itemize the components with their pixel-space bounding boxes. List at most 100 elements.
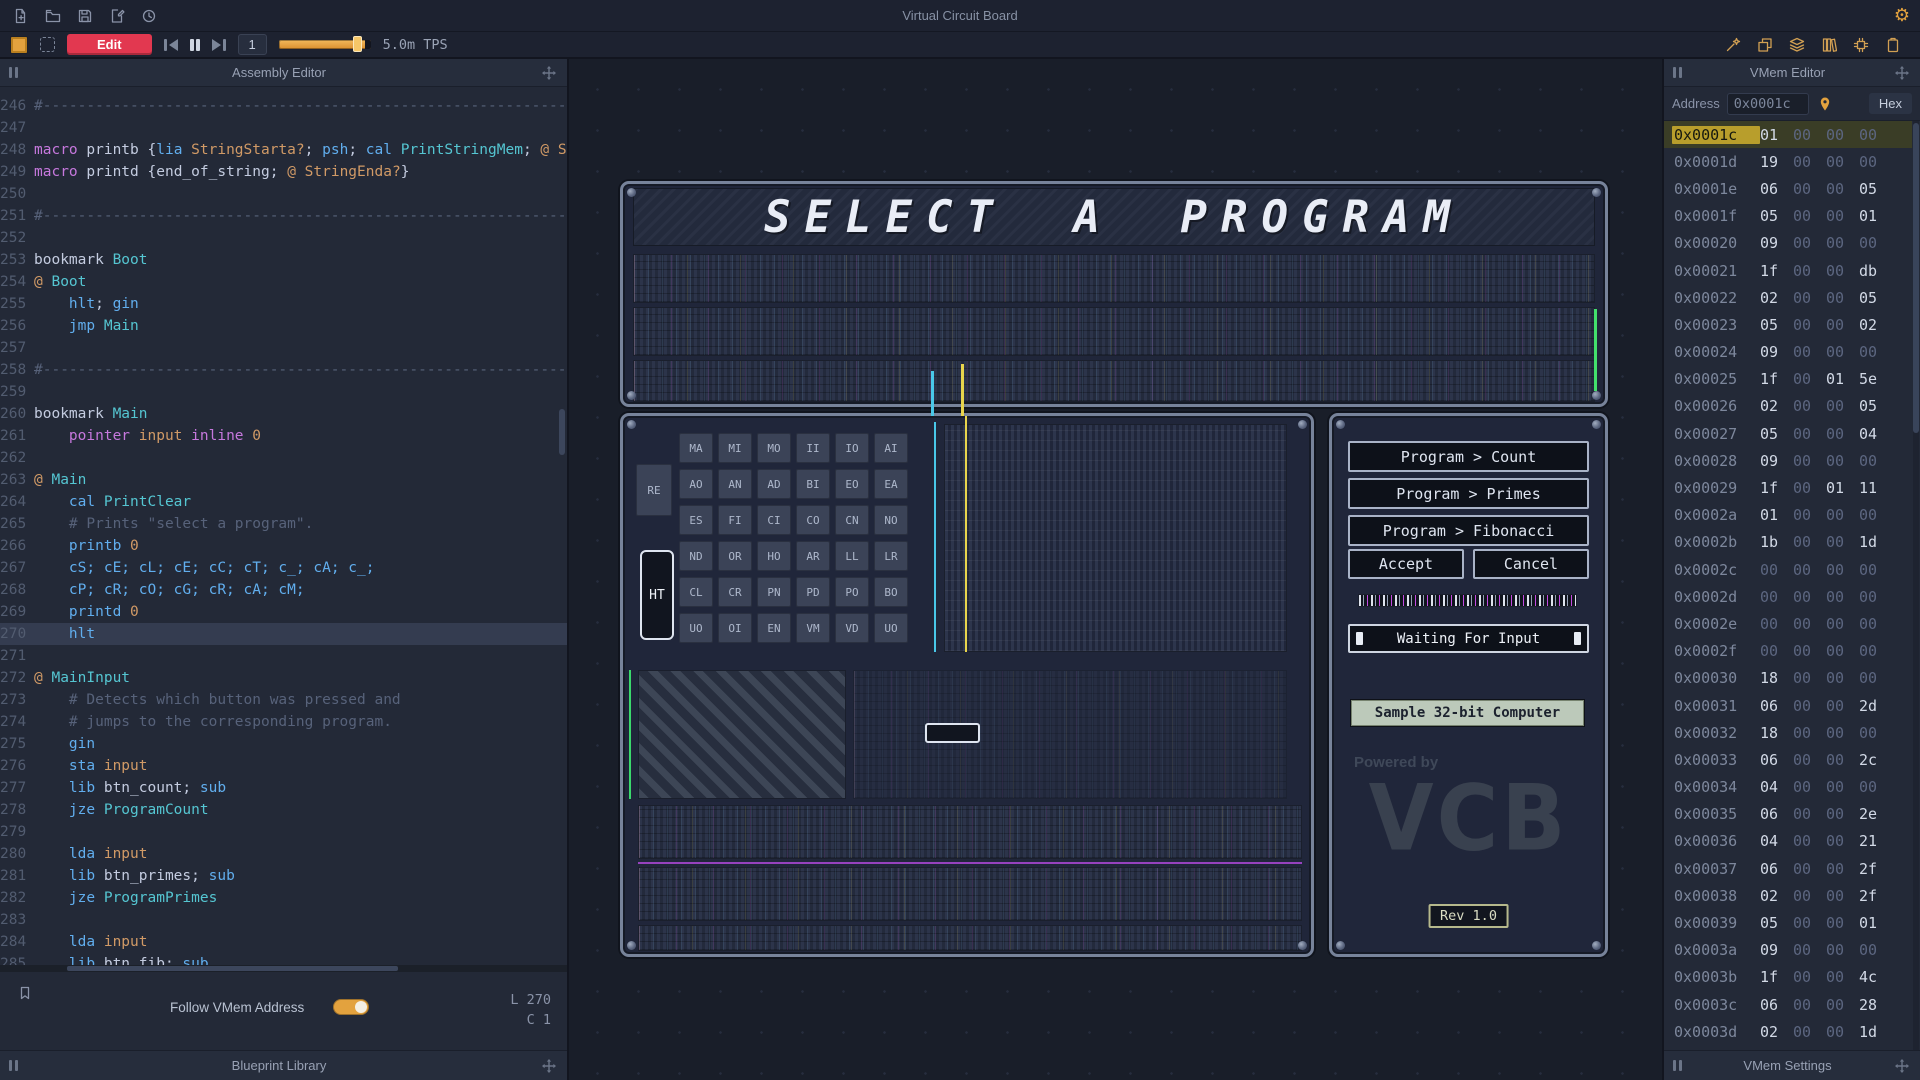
program-button[interactable]: Program > Primes [1348,478,1589,509]
layers-icon[interactable] [1788,36,1806,54]
clipboard-icon[interactable] [1884,36,1902,54]
signal-label: CI [757,505,791,535]
vmem-row[interactable]: 0x0002809000000 [1664,447,1912,474]
vmem-address: 0x00037 [1672,860,1760,878]
selection-tool-icon[interactable] [40,37,55,52]
vmem-row[interactable]: 0x000291f000111 [1664,474,1912,501]
line-number: 260 [0,403,34,425]
move-panel-icon[interactable] [540,1057,558,1075]
new-file-icon[interactable] [12,7,30,25]
trace [629,670,631,799]
vmem-byte: 00 [1793,860,1826,878]
bookmark-icon[interactable] [16,984,34,1002]
vmem-row[interactable]: 0x0003d0200001d [1664,1018,1912,1045]
step-back-button[interactable] [164,39,178,51]
vmem-row[interactable]: 0x0003404000000 [1664,774,1912,801]
history-icon[interactable] [140,7,158,25]
vmem-row[interactable]: 0x000370600002f [1664,855,1912,882]
vmem-row[interactable]: 0x0002d00000000 [1664,583,1912,610]
vmem-row[interactable]: 0x0001c01000000 [1664,121,1912,148]
vmem-row[interactable]: 0x000330600002c [1664,746,1912,773]
line-number: 274 [0,711,34,733]
open-icon[interactable] [44,7,62,25]
wand-icon[interactable] [1724,36,1742,54]
vmem-row[interactable]: 0x0003218000000 [1664,719,1912,746]
library-icon[interactable] [1820,36,1838,54]
vmem-row[interactable]: 0x0002202000005 [1664,284,1912,311]
edit-file-icon[interactable] [108,7,126,25]
signal-label: EO [835,469,869,499]
stamp-icon[interactable] [1756,36,1774,54]
address-input[interactable] [1727,93,1809,115]
vmem-row[interactable]: 0x000211f0000db [1664,257,1912,284]
vmem-row[interactable]: 0x0002009000000 [1664,230,1912,257]
vmem-row[interactable]: 0x0002f00000000 [1664,638,1912,665]
circuit-canvas[interactable]: SELECT A PROGRAM RE MAMIMOIIIOAIAOANADBI… [569,59,1662,1080]
vmem-row[interactable]: 0x0002409000000 [1664,339,1912,366]
editor-horizontal-scrollbar[interactable] [0,965,567,972]
code-editor[interactable]: 246#------------------------------------… [0,87,567,965]
program-button[interactable]: Program > Count [1348,441,1589,472]
line-indicator: L 270 [510,992,551,1008]
accept-button[interactable]: Accept [1348,549,1464,579]
vmem-row[interactable]: 0x0001e06000005 [1664,175,1912,202]
scrollbar-thumb[interactable] [67,966,398,971]
vmem-row[interactable]: 0x000380200002f [1664,882,1912,909]
move-panel-icon[interactable] [540,64,558,82]
vmem-row[interactable]: 0x0002a01000000 [1664,502,1912,529]
vmem-row[interactable]: 0x0003018000000 [1664,665,1912,692]
chip-icon[interactable] [1852,36,1870,54]
save-icon[interactable] [76,7,94,25]
vmem-row[interactable]: 0x0002e00000000 [1664,610,1912,637]
line-number: 275 [0,733,34,755]
code-line: 275 gin [0,733,567,755]
vmem-row[interactable]: 0x0002c00000000 [1664,556,1912,583]
vmem-table[interactable]: 0x0001c010000000x0001d190000000x0001e060… [1664,121,1912,1050]
vmem-row[interactable]: 0x0001d19000000 [1664,148,1912,175]
step-forward-button[interactable] [212,39,226,51]
edit-mode-button[interactable]: Edit [67,34,152,55]
vmem-row[interactable]: 0x0002b1b00001d [1664,529,1912,556]
vmem-byte: 1f [1760,370,1793,388]
vmem-row[interactable]: 0x0003c06000028 [1664,991,1912,1018]
vmem-byte: 00 [1859,615,1892,633]
editor-vertical-scrollbar[interactable] [559,87,565,965]
signal-label: AI [874,433,908,463]
step-count-input[interactable]: 1 [238,34,267,55]
vmem-row[interactable]: 0x000350600002e [1664,801,1912,828]
move-panel-icon[interactable] [1893,1057,1911,1075]
vmem-scrollbar[interactable] [1913,121,1919,1050]
cancel-button[interactable]: Cancel [1473,549,1589,579]
tps-slider[interactable] [279,40,371,49]
scrollbar-thumb[interactable] [559,409,565,455]
circuit-row [638,805,1302,859]
move-panel-icon[interactable] [1893,64,1911,82]
pause-button[interactable] [190,39,200,51]
color-swatch[interactable] [10,36,28,54]
slider-handle[interactable] [353,36,362,52]
gear-icon[interactable]: ⚙ [1894,6,1910,24]
vmem-row[interactable]: 0x0002602000005 [1664,393,1912,420]
program-button[interactable]: Program > Fibonacci [1348,515,1589,546]
hex-mode-button[interactable]: Hex [1869,93,1912,114]
vmem-row[interactable]: 0x0002305000002 [1664,311,1912,338]
code-line: 262 [0,447,567,469]
vmem-byte: 00 [1859,234,1892,252]
scrollbar-thumb[interactable] [1913,123,1919,433]
follow-vmem-toggle[interactable] [333,999,369,1015]
accept-cancel-row: Accept Cancel [1348,549,1589,579]
vmem-row[interactable]: 0x0003604000021 [1664,828,1912,855]
vmem-row[interactable]: 0x0003905000001 [1664,909,1912,936]
vmem-row[interactable]: 0x0003b1f00004c [1664,964,1912,991]
code-line: 283 [0,909,567,931]
status-display-text: Waiting For Input [1363,631,1574,647]
vmem-byte: 00 [1793,1023,1826,1041]
vmem-row[interactable]: 0x0002705000004 [1664,420,1912,447]
vmem-row[interactable]: 0x0001f05000001 [1664,203,1912,230]
vmem-row[interactable]: 0x000251f00015e [1664,366,1912,393]
pin-icon[interactable] [1816,95,1834,113]
vmem-row[interactable]: 0x000310600002d [1664,692,1912,719]
line-number: 252 [0,227,34,249]
vmem-byte: 00 [1826,289,1859,307]
vmem-row[interactable]: 0x0003a09000000 [1664,937,1912,964]
